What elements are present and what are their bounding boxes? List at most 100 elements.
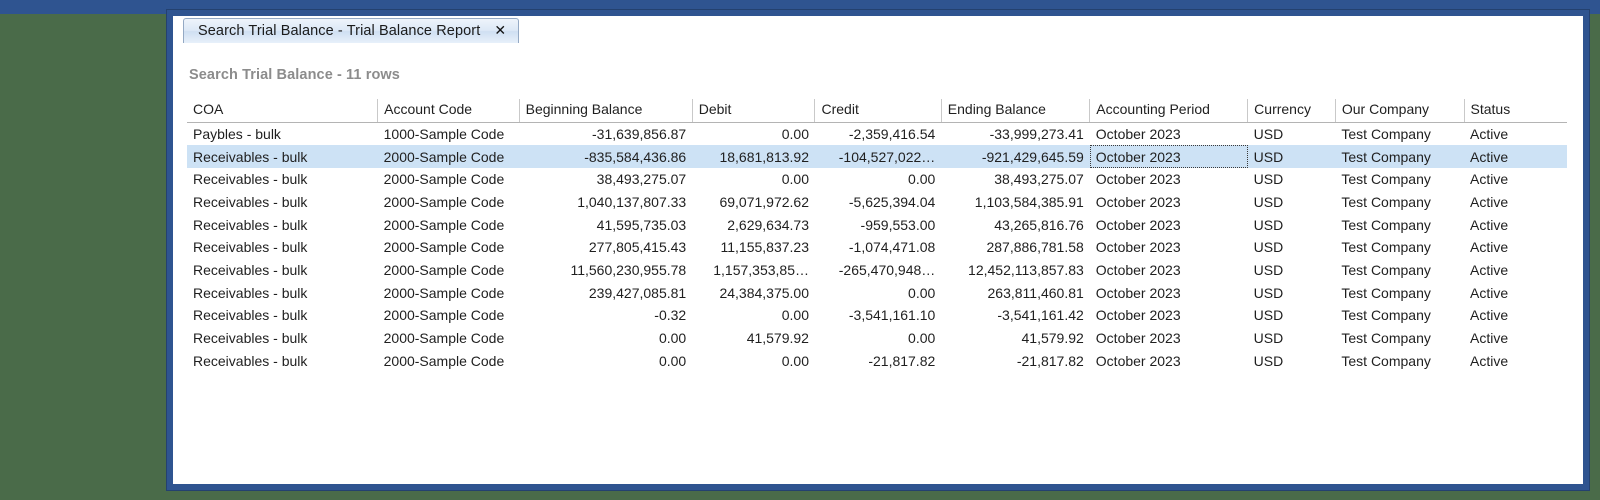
cell-our_company[interactable]: Test Company [1335, 123, 1464, 146]
cell-our_company[interactable]: Test Company [1335, 259, 1464, 282]
cell-account_code[interactable]: 1000-Sample Code [378, 123, 520, 146]
cell-coa[interactable]: Receivables - bulk [187, 327, 378, 350]
column-header-ending_balance[interactable]: Ending Balance [941, 99, 1091, 123]
cell-ending_balance[interactable]: -21,817.82 [941, 349, 1090, 372]
cell-currency[interactable]: USD [1248, 281, 1336, 304]
cell-currency[interactable]: USD [1248, 168, 1336, 191]
cell-credit[interactable]: -1,074,471.08 [815, 236, 941, 259]
cell-debit[interactable]: 41,579.92 [692, 327, 815, 350]
cell-credit[interactable]: -5,625,394.04 [815, 191, 941, 214]
cell-accounting_period[interactable]: October 2023 [1090, 304, 1248, 327]
cell-accounting_period[interactable]: October 2023 [1090, 213, 1248, 236]
cell-currency[interactable]: USD [1248, 236, 1336, 259]
cell-debit[interactable]: 24,384,375.00 [692, 281, 815, 304]
column-header-coa[interactable]: COA [187, 99, 379, 123]
cell-ending_balance[interactable]: -3,541,161.42 [941, 304, 1090, 327]
cell-status[interactable]: Active [1464, 191, 1567, 214]
cell-account_code[interactable]: 2000-Sample Code [378, 213, 520, 236]
table-row[interactable]: Receivables - bulk 2000-Sample Code 41,595… [187, 213, 1567, 236]
column-header-accounting_period[interactable]: Accounting Period [1089, 99, 1249, 123]
cell-accounting_period[interactable]: October 2023 [1090, 327, 1248, 350]
table-row[interactable]: Receivables - bulk 2000-Sample Code 0.00 0.… [187, 349, 1567, 372]
cell-beginning_balance[interactable]: 239,427,085.81 [519, 281, 692, 304]
cell-debit[interactable]: 0.00 [692, 304, 815, 327]
cell-account_code[interactable]: 2000-Sample Code [378, 236, 520, 259]
cell-accounting_period[interactable]: October 2023 [1090, 281, 1248, 304]
cell-accounting_period[interactable]: October 2023 [1090, 191, 1248, 214]
column-header-account_code[interactable]: Account Code [377, 99, 520, 123]
column-header-debit[interactable]: Debit [692, 99, 816, 123]
cell-our_company[interactable]: Test Company [1335, 168, 1464, 191]
cell-account_code[interactable]: 2000-Sample Code [378, 327, 520, 350]
table-row[interactable]: Receivables - bulk 2000-Sample Code 0.00 41… [187, 327, 1567, 350]
cell-our_company[interactable]: Test Company [1335, 327, 1464, 350]
column-header-currency[interactable]: Currency [1247, 99, 1336, 123]
cell-our_company[interactable]: Test Company [1335, 304, 1464, 327]
cell-status[interactable]: Active [1464, 236, 1567, 259]
cell-our_company[interactable]: Test Company [1335, 281, 1464, 304]
cell-ending_balance[interactable]: 263,811,460.81 [941, 281, 1090, 304]
cell-debit[interactable]: 1,157,353,85… [692, 259, 815, 282]
table-row[interactable]: Receivables - bulk 2000-Sample Code -835,5… [187, 145, 1567, 168]
cell-ending_balance[interactable]: 287,886,781.58 [941, 236, 1090, 259]
cell-account_code[interactable]: 2000-Sample Code [378, 259, 520, 282]
cell-accounting_period[interactable]: October 2023 [1090, 349, 1248, 372]
cell-status[interactable]: Active [1464, 281, 1567, 304]
cell-currency[interactable]: USD [1248, 123, 1336, 146]
cell-credit[interactable]: -265,470,948… [815, 259, 941, 282]
cell-status[interactable]: Active [1464, 123, 1567, 146]
cell-beginning_balance[interactable]: 0.00 [519, 327, 692, 350]
cell-coa[interactable]: Receivables - bulk [187, 145, 378, 168]
cell-account_code[interactable]: 2000-Sample Code [378, 349, 520, 372]
cell-status[interactable]: Active [1464, 349, 1567, 372]
cell-account_code[interactable]: 2000-Sample Code [378, 304, 520, 327]
cell-debit[interactable]: 69,071,972.62 [692, 191, 815, 214]
cell-ending_balance[interactable]: -921,429,645.59 [941, 145, 1090, 168]
cell-coa[interactable]: Receivables - bulk [187, 213, 378, 236]
cell-accounting_period[interactable]: October 2023 [1090, 168, 1248, 191]
cell-currency[interactable]: USD [1248, 327, 1336, 350]
cell-coa[interactable]: Receivables - bulk [187, 349, 378, 372]
cell-status[interactable]: Active [1464, 145, 1567, 168]
cell-credit[interactable]: 0.00 [815, 281, 941, 304]
cell-credit[interactable]: -3,541,161.10 [815, 304, 941, 327]
cell-ending_balance[interactable]: 41,579.92 [941, 327, 1090, 350]
table-row[interactable]: Receivables - bulk 2000-Sample Code 277,80… [187, 236, 1567, 259]
cell-beginning_balance[interactable]: -835,584,436.86 [519, 145, 692, 168]
cell-debit[interactable]: 0.00 [692, 349, 815, 372]
table-row[interactable]: Receivables - bulk 2000-Sample Code 1,040,… [187, 191, 1567, 214]
cell-account_code[interactable]: 2000-Sample Code [378, 145, 520, 168]
cell-credit[interactable]: -21,817.82 [815, 349, 941, 372]
cell-status[interactable]: Active [1464, 304, 1567, 327]
column-header-our_company[interactable]: Our Company [1335, 99, 1465, 123]
cell-beginning_balance[interactable]: -31,639,856.87 [519, 123, 692, 146]
cell-credit[interactable]: 0.00 [815, 327, 941, 350]
cell-account_code[interactable]: 2000-Sample Code [378, 168, 520, 191]
cell-beginning_balance[interactable]: -0.32 [519, 304, 692, 327]
cell-coa[interactable]: Receivables - bulk [187, 168, 378, 191]
cell-currency[interactable]: USD [1248, 145, 1336, 168]
table-row[interactable]: Receivables - bulk 2000-Sample Code 239,42… [187, 281, 1567, 304]
cell-ending_balance[interactable]: 43,265,816.76 [941, 213, 1090, 236]
cell-ending_balance[interactable]: 12,452,113,857.83 [941, 259, 1090, 282]
cell-coa[interactable]: Receivables - bulk [187, 259, 378, 282]
table-row[interactable]: Receivables - bulk 2000-Sample Code 38,493… [187, 168, 1567, 191]
cell-coa[interactable]: Receivables - bulk [187, 236, 378, 259]
cell-debit[interactable]: 18,681,813.92 [692, 145, 815, 168]
cell-our_company[interactable]: Test Company [1335, 349, 1464, 372]
table-row[interactable]: Receivables - bulk 2000-Sample Code 11,560… [187, 259, 1567, 282]
cell-accounting_period[interactable]: October 2023 [1090, 259, 1248, 282]
cell-status[interactable]: Active [1464, 327, 1567, 350]
cell-status[interactable]: Active [1464, 168, 1567, 191]
cell-accounting_period[interactable]: October 2023 [1090, 123, 1248, 146]
cell-our_company[interactable]: Test Company [1335, 213, 1464, 236]
cell-account_code[interactable]: 2000-Sample Code [378, 191, 520, 214]
cell-coa[interactable]: Receivables - bulk [187, 281, 378, 304]
cell-currency[interactable]: USD [1248, 213, 1336, 236]
cell-credit[interactable]: -104,527,022… [815, 145, 941, 168]
cell-beginning_balance[interactable]: 0.00 [519, 349, 692, 372]
cell-beginning_balance[interactable]: 41,595,735.03 [519, 213, 692, 236]
cell-our_company[interactable]: Test Company [1335, 236, 1464, 259]
cell-ending_balance[interactable]: 1,103,584,385.91 [941, 191, 1090, 214]
table-row[interactable]: Paybles - bulk 1000-Sample Code -31,639,85… [187, 123, 1567, 146]
